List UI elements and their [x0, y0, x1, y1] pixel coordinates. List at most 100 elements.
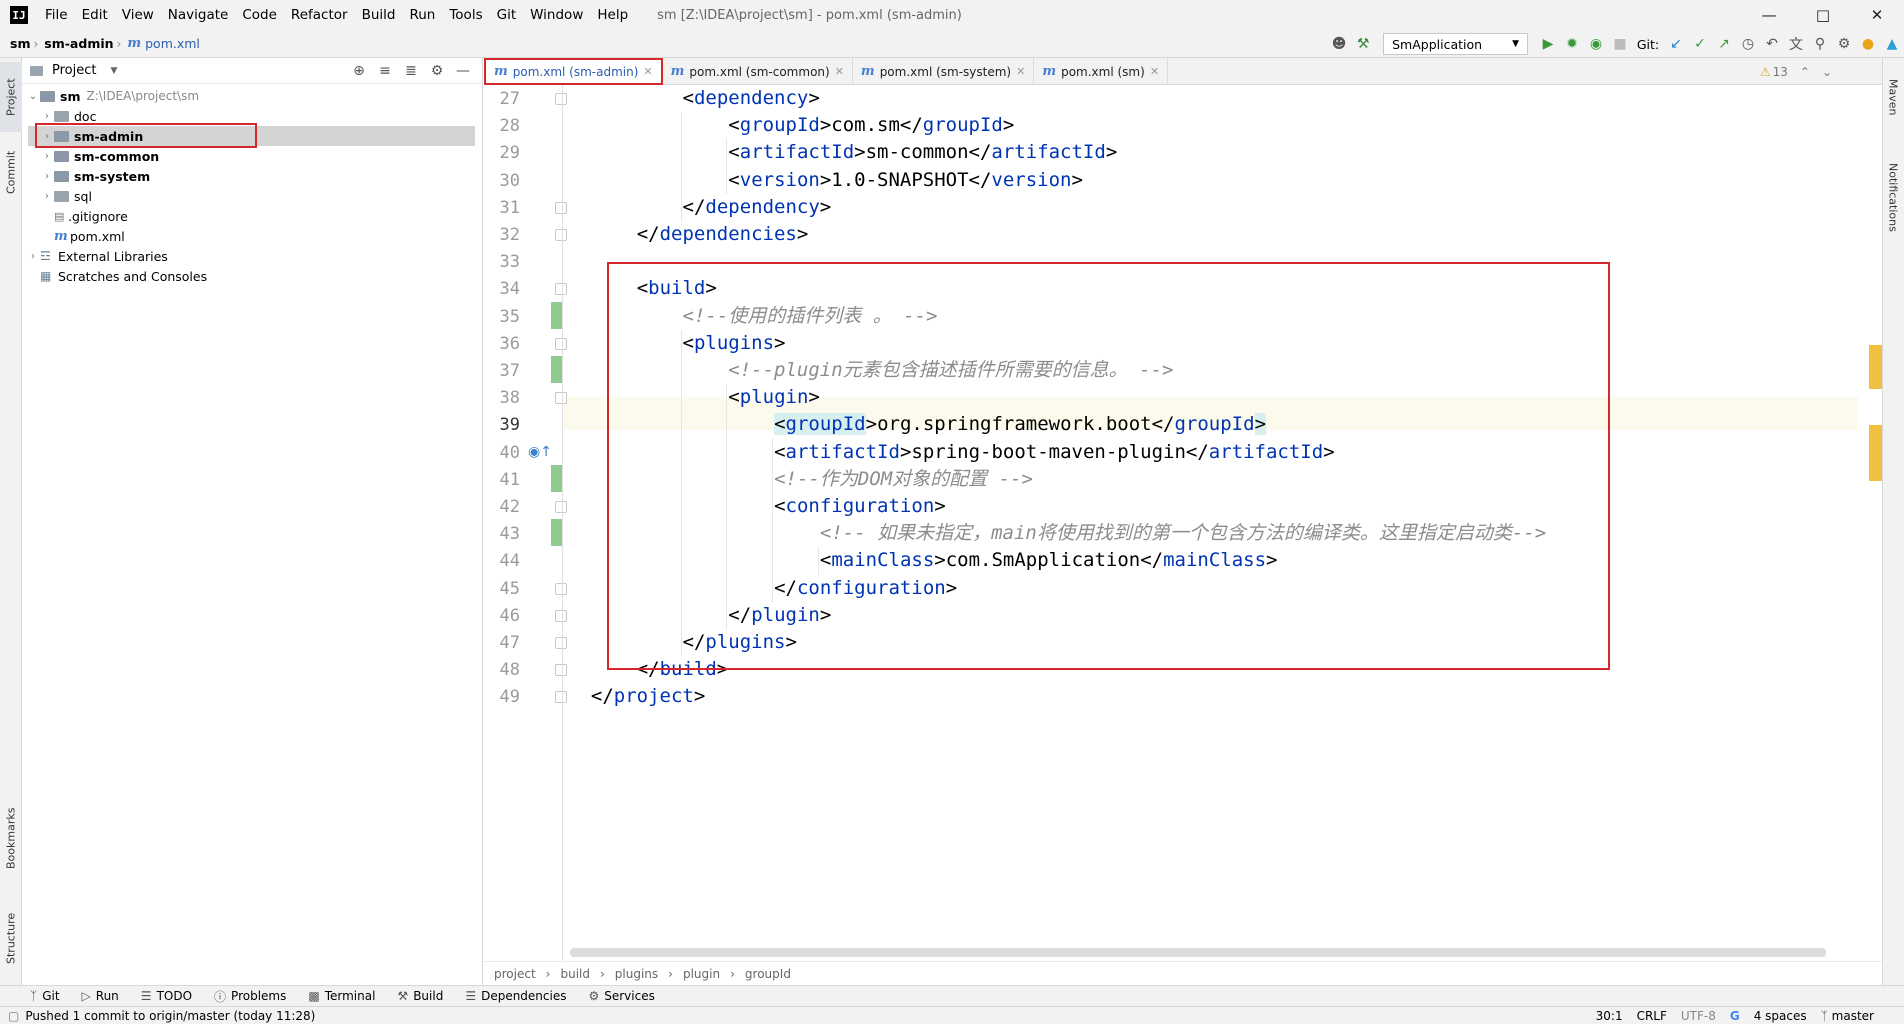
- locate-icon[interactable]: ⊕: [346, 63, 372, 79]
- tree-item-sm-common[interactable]: › sm-common: [40, 146, 159, 166]
- git-commit-icon[interactable]: ✓: [1688, 32, 1712, 56]
- update-icon[interactable]: ●: [1856, 32, 1880, 56]
- tab-pom-sm-common[interactable]: m pom.xml (sm-common) ✕: [663, 58, 853, 85]
- todo-tool-button[interactable]: ☰ TODO: [141, 989, 192, 1003]
- git-push-icon[interactable]: ↗: [1712, 32, 1736, 56]
- run-tool-button[interactable]: ▷ Run: [82, 989, 119, 1003]
- menu-refactor[interactable]: Refactor: [284, 7, 355, 23]
- settings-icon[interactable]: ⚙: [1832, 32, 1856, 56]
- menu-run[interactable]: Run: [402, 7, 442, 23]
- fold-marker-icon[interactable]: [555, 664, 567, 677]
- fold-marker-icon[interactable]: [555, 201, 567, 214]
- user-icon[interactable]: ☻: [1327, 32, 1351, 56]
- build-tool-button[interactable]: ⚒ Build: [397, 989, 443, 1003]
- menu-window[interactable]: Window: [523, 7, 590, 23]
- commit-tool-tab[interactable]: Commit: [0, 142, 22, 202]
- menu-build[interactable]: Build: [355, 7, 403, 23]
- structure-tool-tab[interactable]: Structure: [0, 898, 22, 978]
- vcs-change-marker[interactable]: [551, 356, 562, 383]
- menu-git[interactable]: Git: [490, 7, 524, 23]
- project-tool-tab[interactable]: Project: [0, 62, 22, 132]
- minimize-icon[interactable]: —: [1742, 0, 1796, 30]
- expand-all-icon[interactable]: ≡: [372, 63, 398, 79]
- close-icon[interactable]: ✕: [1016, 65, 1025, 78]
- notifications-tool-tab[interactable]: Notifications: [1882, 142, 1904, 252]
- close-icon[interactable]: ✕: [643, 65, 652, 78]
- hide-icon[interactable]: —: [450, 63, 476, 79]
- nav-crumb-project[interactable]: sm: [0, 36, 33, 51]
- debug-icon[interactable]: ✹: [1560, 32, 1584, 56]
- fold-marker-icon[interactable]: [555, 392, 567, 405]
- fold-marker-icon[interactable]: [555, 637, 567, 649]
- close-icon[interactable]: ✕: [1150, 65, 1159, 78]
- collapse-all-icon[interactable]: ≣: [398, 63, 424, 79]
- maximize-icon[interactable]: □: [1796, 0, 1850, 30]
- tree-item-sql[interactable]: › sql: [40, 186, 92, 206]
- menu-code[interactable]: Code: [235, 7, 284, 23]
- tab-pom-sm[interactable]: m pom.xml (sm) ✕: [1034, 58, 1169, 85]
- problems-tool-button[interactable]: ⓘ Problems: [214, 988, 286, 1005]
- code-crumb[interactable]: build: [560, 967, 590, 981]
- file-encoding[interactable]: UTF-8: [1681, 1009, 1716, 1023]
- fold-marker-icon[interactable]: [555, 93, 567, 105]
- coverage-icon[interactable]: ◉: [1584, 32, 1608, 56]
- change-marker[interactable]: [1869, 425, 1882, 481]
- nav-crumb-file[interactable]: pom.xml: [141, 36, 203, 51]
- chevron-right-icon[interactable]: ›: [26, 251, 40, 262]
- chevron-down-icon[interactable]: ▼: [110, 66, 117, 76]
- terminal-tool-button[interactable]: ▩ Terminal: [308, 989, 375, 1003]
- code-crumb[interactable]: project: [494, 967, 536, 981]
- vcs-change-marker[interactable]: [551, 519, 562, 547]
- stop-icon[interactable]: ■: [1608, 32, 1632, 56]
- nav-crumb-module[interactable]: sm-admin: [38, 36, 116, 51]
- code-crumb[interactable]: plugins: [615, 967, 658, 981]
- menu-view[interactable]: View: [115, 7, 161, 23]
- code-line[interactable]: </project>: [591, 680, 705, 713]
- chevron-right-icon[interactable]: ›: [40, 191, 54, 202]
- translate-icon[interactable]: 文: [1784, 32, 1808, 56]
- menu-edit[interactable]: Edit: [75, 7, 115, 23]
- menu-help[interactable]: Help: [590, 7, 635, 23]
- fold-marker-icon[interactable]: [555, 337, 567, 350]
- close-icon[interactable]: ✕: [1850, 0, 1904, 30]
- plugin-icon[interactable]: ▲: [1880, 32, 1904, 56]
- chevron-right-icon[interactable]: ›: [40, 111, 54, 122]
- history-icon[interactable]: ◷: [1736, 32, 1760, 56]
- fold-marker-icon[interactable]: [555, 501, 567, 513]
- build-hammer-icon[interactable]: ⚒: [1351, 32, 1375, 56]
- fold-marker-icon[interactable]: [555, 229, 567, 241]
- tab-pom-sm-system[interactable]: m pom.xml (sm-system) ✕: [853, 58, 1035, 85]
- dependencies-tool-button[interactable]: ☰ Dependencies: [465, 989, 566, 1003]
- search-icon[interactable]: ⚲: [1808, 32, 1832, 56]
- chevron-down-icon[interactable]: ⌄: [1822, 65, 1832, 79]
- chevron-right-icon[interactable]: ›: [40, 171, 54, 182]
- git-branch-widget[interactable]: ᛉ master: [1821, 1009, 1874, 1023]
- tree-item-external-libraries[interactable]: › ☲ External Libraries: [26, 246, 168, 266]
- inspection-widget[interactable]: ⚠ 13 ⌃ ⌄: [1760, 58, 1832, 85]
- caret-position[interactable]: 30:1: [1596, 1009, 1623, 1023]
- menu-file[interactable]: File: [38, 7, 75, 23]
- fold-marker-icon[interactable]: [555, 609, 567, 622]
- chevron-down-icon[interactable]: ⌄: [26, 91, 40, 102]
- menu-tools[interactable]: Tools: [442, 7, 489, 23]
- gear-icon[interactable]: ⚙: [424, 63, 450, 79]
- indent-setting[interactable]: 4 spaces: [1754, 1009, 1807, 1023]
- git-update-icon[interactable]: ↙: [1664, 32, 1688, 56]
- close-icon[interactable]: ✕: [835, 65, 844, 78]
- project-panel-title[interactable]: Project: [52, 63, 96, 78]
- run-icon[interactable]: ▶: [1536, 32, 1560, 56]
- tree-root[interactable]: ⌄ sm Z:\IDEA\project\sm: [26, 86, 199, 106]
- fold-marker-icon[interactable]: [555, 582, 567, 595]
- code-line[interactable]: </dependencies>: [637, 218, 809, 251]
- tree-item-gitignore[interactable]: ▤ .gitignore: [54, 206, 128, 226]
- fold-marker-icon[interactable]: [555, 283, 567, 296]
- tree-item-scratches[interactable]: ▦ Scratches and Consoles: [40, 266, 207, 286]
- horizontal-scrollbar[interactable]: [570, 948, 1826, 957]
- tree-item-pom[interactable]: m pom.xml: [54, 226, 125, 246]
- code-crumb[interactable]: plugin: [683, 967, 720, 981]
- vcs-change-marker[interactable]: [551, 464, 562, 492]
- line-separator[interactable]: CRLF: [1637, 1009, 1667, 1023]
- maven-tool-tab[interactable]: Maven: [1882, 62, 1904, 132]
- spring-bean-icon[interactable]: ◉↑: [528, 444, 552, 460]
- git-tool-button[interactable]: ᛉ Git: [30, 989, 60, 1003]
